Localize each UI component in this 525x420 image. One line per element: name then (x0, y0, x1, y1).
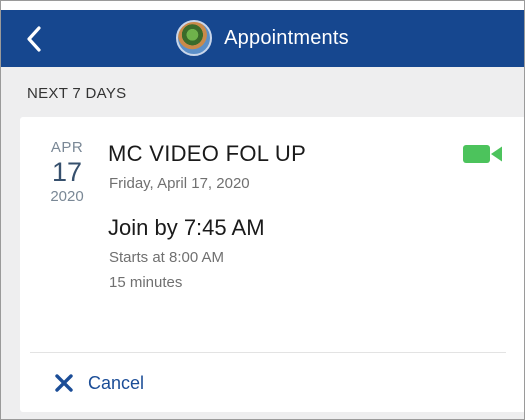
appointment-date: Friday, April 17, 2020 (109, 175, 250, 192)
appointment-card[interactable]: APR 17 2020 MC VIDEO FOL UP Friday, Apri… (20, 117, 524, 412)
join-by-time: Join by 7:45 AM (108, 215, 265, 240)
cancel-button[interactable]: Cancel (54, 369, 144, 397)
close-icon (55, 374, 73, 392)
date-block: APR 17 2020 (42, 139, 92, 205)
header-title-group: Appointments (1, 18, 524, 58)
appointment-title: MC VIDEO FOL UP (108, 141, 307, 166)
cancel-label: Cancel (88, 372, 145, 393)
app-frame: Appointments NEXT 7 DAYS APR 17 2020 MC … (0, 0, 525, 420)
user-avatar[interactable] (176, 20, 213, 56)
app-header: Appointments (1, 1, 524, 67)
date-month: APR (50, 139, 84, 156)
section-label: NEXT 7 DAYS (27, 85, 127, 102)
card-divider (30, 352, 506, 353)
video-camera-icon (463, 145, 502, 163)
date-year: 2020 (50, 188, 84, 205)
page-title: Appointments (224, 26, 349, 49)
start-time: Starts at 8:00 AM (109, 249, 225, 266)
date-day: 17 (51, 157, 83, 187)
duration: 15 minutes (109, 274, 183, 291)
